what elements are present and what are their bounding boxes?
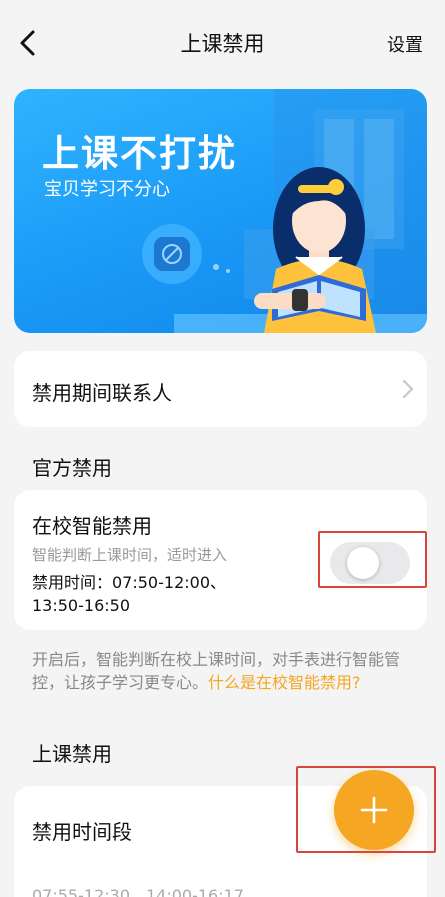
highlight-box-toggle xyxy=(318,531,427,588)
class-section-title: 上课禁用 xyxy=(32,742,112,766)
school-mode-description: 智能判断上课时间，适时进入 xyxy=(32,546,228,564)
official-section-title: 官方禁用 xyxy=(32,456,112,480)
note-link[interactable]: 什么是在校智能禁用? xyxy=(208,673,361,692)
school-mode-title: 在校智能禁用 xyxy=(32,514,152,538)
chevron-right-icon xyxy=(402,379,414,399)
contact-row[interactable]: 禁用期间联系人 xyxy=(14,351,427,427)
settings-button[interactable]: 设置 xyxy=(387,31,423,57)
banner-title: 上课不打扰 xyxy=(42,132,237,175)
school-mode-time: 禁用时间：07:50-12:00、13:50-16:50 xyxy=(32,573,226,615)
header: 上课禁用 设置 xyxy=(0,0,445,86)
period-time: 07:55-12:30、14:00-16:17 xyxy=(32,886,244,897)
page-title: 上课禁用 xyxy=(180,32,265,56)
banner-subtitle: 宝贝学习不分心 xyxy=(44,179,170,200)
highlight-box-add xyxy=(296,766,436,853)
banner: 上课不打扰 宝贝学习不分心 xyxy=(14,89,427,333)
period-label: 禁用时间段 xyxy=(32,820,132,844)
school-mode-note: 开启后，智能判断在校上课时间，对手表进行智能管控，让孩子学习更专心。什么是在校智… xyxy=(32,648,422,694)
contact-label: 禁用期间联系人 xyxy=(32,381,172,405)
